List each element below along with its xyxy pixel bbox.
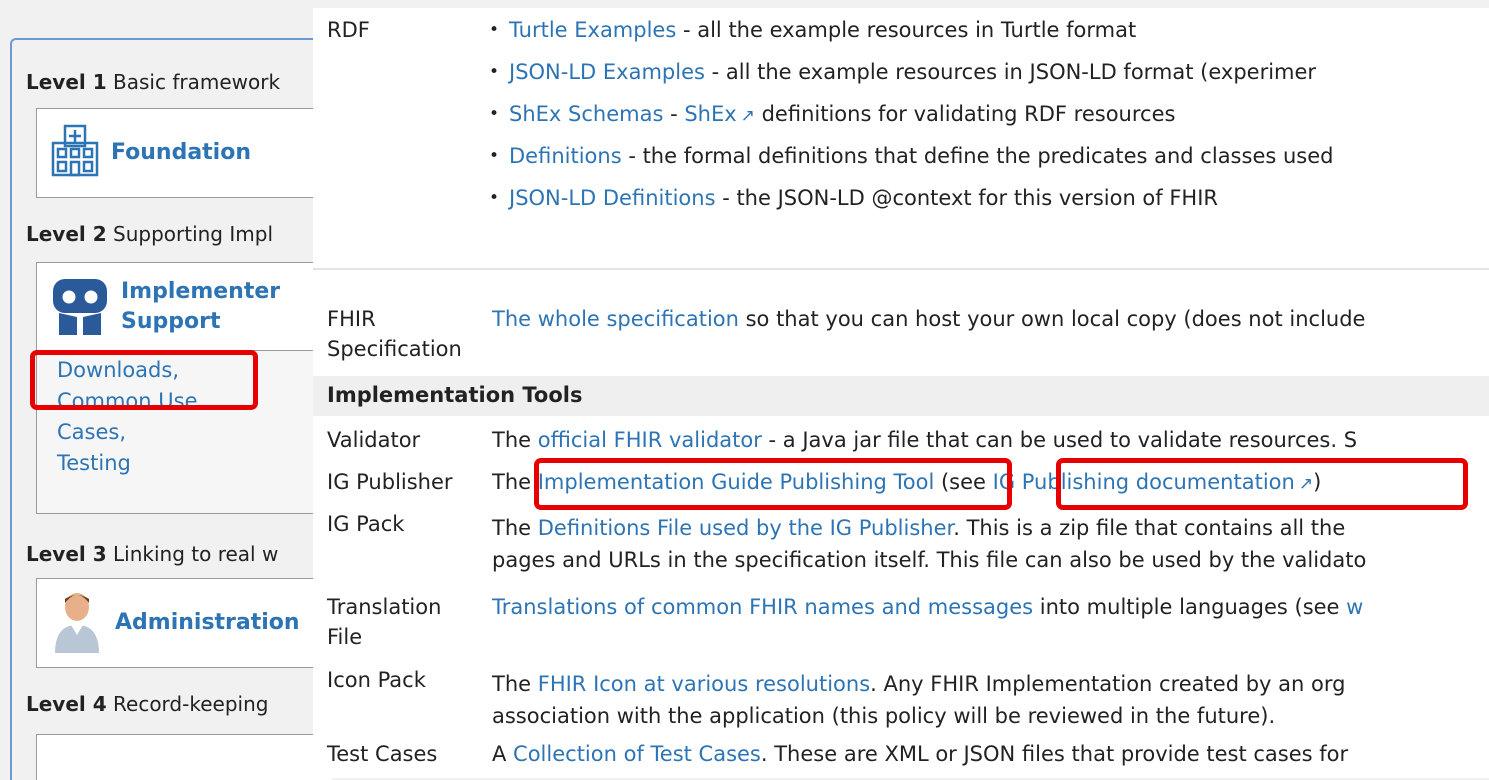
list-item: Turtle Examples - all the example resour… bbox=[489, 18, 1136, 42]
divider bbox=[313, 268, 1489, 270]
level-2-heading: Level 2 Supporting Impl bbox=[26, 222, 273, 246]
downloads-table: RDF Turtle Examples - all the example re… bbox=[313, 8, 1489, 778]
whole-specification-link[interactable]: The whole specification bbox=[492, 307, 739, 331]
level-3-heading: Level 3 Linking to real w bbox=[26, 542, 279, 566]
translation-more-link[interactable]: w bbox=[1346, 595, 1363, 619]
shex-schemas-link[interactable]: ShEx Schemas bbox=[509, 102, 663, 126]
administration-card[interactable]: Administration bbox=[36, 578, 332, 668]
hospital-icon bbox=[49, 123, 101, 184]
definitions-link[interactable]: Definitions bbox=[509, 144, 622, 168]
highlight-downloads bbox=[30, 350, 258, 410]
test-cases-link[interactable]: Collection of Test Cases bbox=[513, 742, 761, 766]
highlight-ig-publishing-tool bbox=[534, 458, 1012, 510]
implementation-tools-header: Implementation Tools bbox=[313, 376, 1489, 416]
definitions-file-link[interactable]: Definitions File used by the IG Publishe… bbox=[538, 516, 954, 540]
list-item: ShEx Schemas - ShEx↗ definitions for val… bbox=[489, 102, 1175, 126]
list-item: Definitions - the formal definitions tha… bbox=[489, 144, 1333, 168]
testing-link[interactable]: Testing bbox=[37, 448, 317, 479]
list-item: JSON-LD Definitions - the JSON-LD @conte… bbox=[489, 186, 1218, 210]
foundation-card[interactable]: Foundation bbox=[36, 108, 332, 198]
implementer-support-card[interactable]: Implementer Support bbox=[36, 262, 318, 352]
administration-link[interactable]: Administration bbox=[115, 608, 300, 638]
translations-link[interactable]: Translations of common FHIR names and me… bbox=[492, 595, 1033, 619]
implementer-support-link[interactable]: Implementer Support bbox=[121, 277, 280, 337]
highlight-ig-publishing-documentation bbox=[1056, 458, 1468, 510]
official-validator-link[interactable]: official FHIR validator bbox=[538, 428, 762, 452]
jsonld-examples-link[interactable]: JSON-LD Examples bbox=[509, 60, 705, 84]
people-icon bbox=[51, 275, 109, 340]
cases-link[interactable]: Cases, bbox=[37, 417, 317, 448]
fhir-icon-link[interactable]: FHIR Icon at various resolutions bbox=[538, 672, 870, 696]
rdf-label: RDF bbox=[327, 18, 370, 42]
external-link-icon: ↗ bbox=[740, 106, 755, 126]
level-4-heading: Level 4 Record-keeping bbox=[26, 692, 269, 716]
person-icon bbox=[51, 589, 103, 658]
fhir-spec-label: FHIR Specification bbox=[327, 307, 462, 361]
record-keeping-card[interactable] bbox=[36, 734, 332, 780]
jsonld-definitions-link[interactable]: JSON-LD Definitions bbox=[509, 186, 716, 210]
turtle-examples-link[interactable]: Turtle Examples bbox=[509, 18, 676, 42]
shex-link[interactable]: ShEx bbox=[684, 102, 736, 126]
foundation-link[interactable]: Foundation bbox=[111, 138, 251, 168]
level-1-heading: Level 1 Basic framework bbox=[26, 70, 281, 94]
list-item: JSON-LD Examples - all the example resou… bbox=[489, 60, 1316, 84]
